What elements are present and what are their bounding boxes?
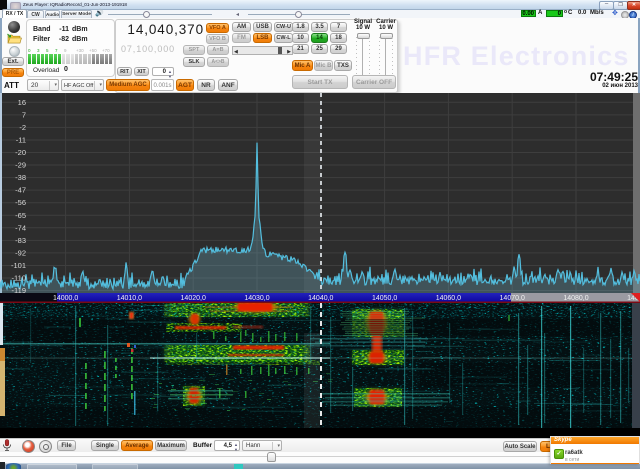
svg-text:-65: -65 [15,211,26,220]
svg-text:-38: -38 [15,173,26,182]
svg-text:-92: -92 [15,248,26,257]
svg-text:14020,0: 14020,0 [181,295,206,302]
svg-text:7: 7 [22,110,26,119]
svg-text:-56: -56 [15,198,26,207]
svg-text:-74: -74 [15,223,26,232]
svg-text:16: 16 [18,98,26,107]
svg-text:14050,0: 14050,0 [372,295,397,302]
svg-text:-47: -47 [15,186,26,195]
svg-text:14080,0: 14080,0 [563,295,588,302]
svg-text:14040,0: 14040,0 [308,295,333,302]
svg-text:-101: -101 [11,261,26,270]
svg-text:14030,0: 14030,0 [244,295,269,302]
svg-text:-83: -83 [15,236,26,245]
svg-text:-20: -20 [15,148,26,157]
svg-text:14060,0: 14060,0 [436,295,461,302]
svg-text:-110: -110 [12,274,26,283]
svg-text:-11: -11 [16,136,26,145]
svg-text:14000,0: 14000,0 [53,295,78,302]
svg-text:14010,0: 14010,0 [117,295,142,302]
svg-text:-2: -2 [19,123,26,132]
svg-text:-119: -119 [12,286,26,293]
svg-text:14070,0: 14070,0 [500,295,525,302]
svg-text:-29: -29 [15,161,26,170]
